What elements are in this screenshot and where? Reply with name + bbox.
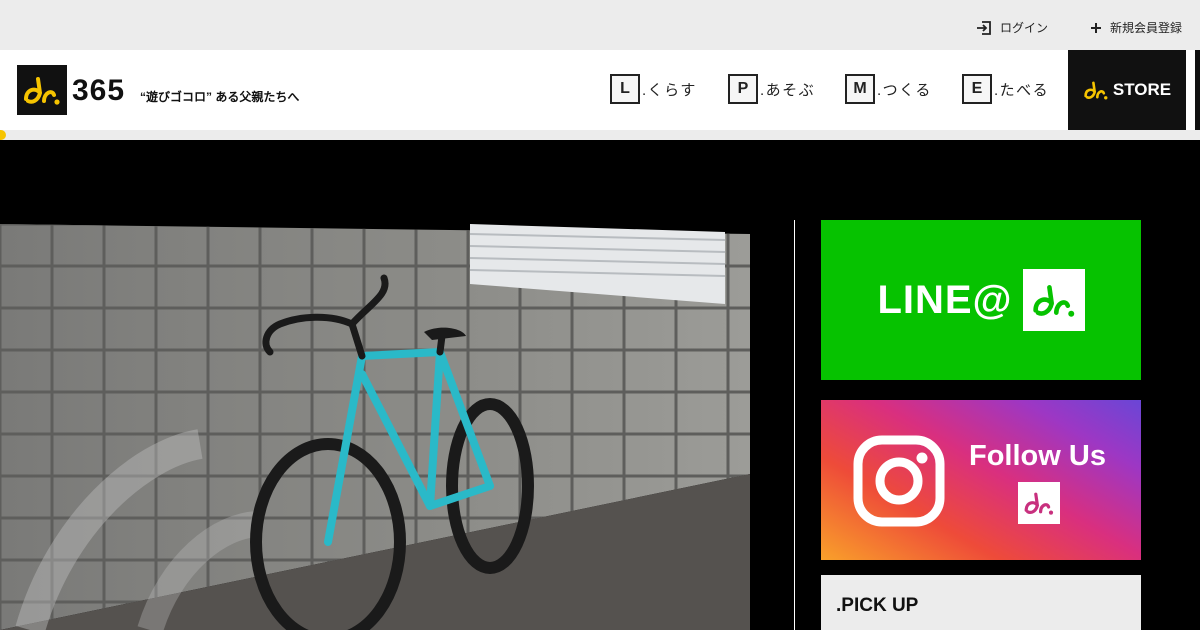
reading-progress-bar: [0, 130, 1200, 140]
site-header: 365 “遊びゴコロ” ある父親たちへ L .くらす P .あそぶ M .つくる…: [0, 50, 1200, 130]
dorp-logo-mark: [1084, 81, 1108, 100]
nav-letter-block: M: [845, 74, 875, 104]
site-logo[interactable]: [17, 65, 67, 115]
pickup-title: .PICK UP: [836, 595, 919, 616]
header-edge-bar: [1195, 50, 1200, 130]
nav-letter-block: P: [728, 74, 758, 104]
dorp-logo-mark: [1024, 492, 1054, 515]
dorp-logo-badge: [1022, 269, 1085, 331]
instagram-icon: [853, 435, 945, 527]
reading-progress-fill: [0, 130, 6, 140]
nav-item-taberu[interactable]: E .たべる: [962, 74, 1049, 104]
nav-letter-block: E: [962, 74, 992, 104]
store-label: STORE: [1112, 80, 1172, 99]
nav-item-label: .つくる: [877, 81, 932, 99]
content-divider: [794, 220, 795, 630]
top-utility-bar: ログイン 新規会員登録: [0, 0, 1200, 50]
nav-item-label: .あそぶ: [760, 81, 816, 99]
nav-item-tsukuru[interactable]: M .つくる: [845, 74, 932, 104]
nav-letter-block: L: [610, 74, 640, 104]
logo-number: 365: [72, 74, 126, 107]
dorp-logo-mark: [24, 77, 60, 105]
nav-item-label: .くらす: [642, 81, 697, 99]
store-button[interactable]: STORE: [1068, 50, 1186, 130]
pickup-section: .PICK UP: [821, 575, 1141, 630]
nav-item-kurasu[interactable]: L .くらす: [610, 74, 697, 104]
nav-item-asobu[interactable]: P .あそぶ: [728, 74, 815, 104]
dorp-logo-mark: [1032, 285, 1074, 317]
follow-us-text: Follow Us: [969, 440, 1106, 472]
login-label: ログイン: [1000, 21, 1049, 35]
register-link[interactable]: 新規会員登録: [1090, 19, 1182, 36]
instagram-follow-banner[interactable]: Follow Us: [821, 400, 1141, 560]
dorp-logo-badge: [1018, 482, 1060, 524]
login-link[interactable]: ログイン: [976, 19, 1048, 36]
plus-icon: [1091, 22, 1101, 33]
hero-image-bicycle: [0, 224, 750, 630]
line-banner-text: LINE@: [877, 277, 1013, 322]
line-follow-banner[interactable]: LINE@: [821, 220, 1141, 380]
nav-item-label: .たべる: [994, 81, 1050, 99]
site-tagline: “遊びゴコロ” ある父親たちへ: [140, 90, 300, 104]
login-arrow-icon: [977, 20, 991, 35]
register-label: 新規会員登録: [1110, 21, 1183, 35]
